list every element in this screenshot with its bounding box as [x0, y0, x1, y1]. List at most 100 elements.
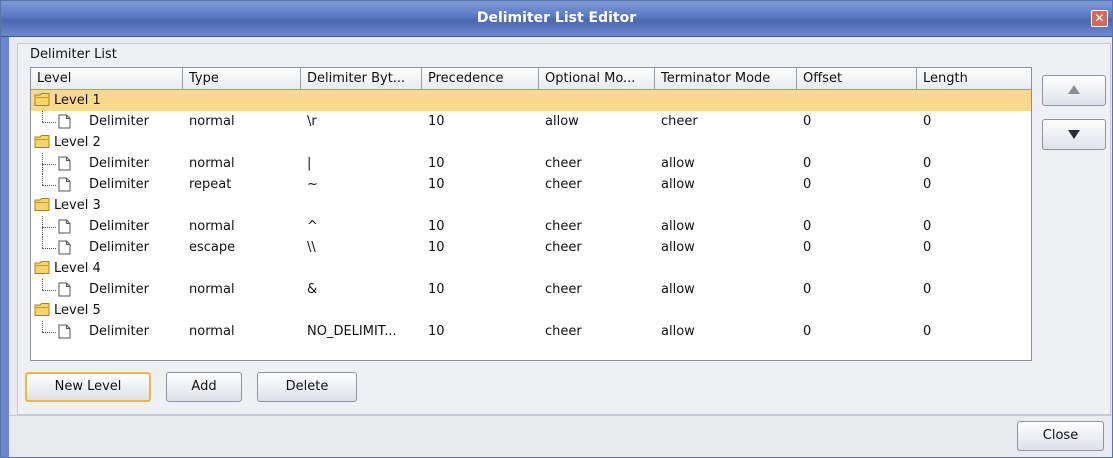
column-header-optional-mode[interactable]: Optional Mo...: [539, 68, 655, 90]
cell-terminator-mode: allow: [661, 240, 695, 255]
folder-icon: [34, 198, 50, 211]
cell-offset: 0: [803, 177, 812, 192]
level-label: Level 4: [54, 261, 101, 276]
tree-connector: [42, 174, 43, 185]
tree-connector: [42, 122, 56, 123]
cell-type: escape: [189, 240, 236, 255]
up-arrow-icon: [1068, 85, 1080, 94]
delimiter-label: Delimiter: [89, 240, 149, 255]
column-header-type[interactable]: Type: [183, 68, 301, 90]
cell-terminator-mode: cheer: [661, 114, 698, 129]
tree-connector: [42, 248, 56, 249]
document-icon: [58, 114, 71, 129]
column-header-delimiter-bytes[interactable]: Delimiter Byt...: [301, 68, 422, 90]
cell-type: normal: [189, 219, 235, 234]
cell-offset: 0: [803, 114, 812, 129]
delimiter-row[interactable]: Delimiter escape \\ 10 cheer allow 0 0: [31, 237, 1031, 258]
level-label: Level 1: [54, 93, 101, 108]
delimiter-row[interactable]: Delimiter normal | 10 cheer allow 0 0: [31, 153, 1031, 174]
level-label: Level 5: [54, 303, 101, 318]
delimiter-row[interactable]: Delimiter repeat ~10 cheer allow 0 0: [31, 174, 1031, 195]
tree-connector: [42, 290, 56, 291]
cell-delimiter-bytes: &: [307, 282, 318, 297]
tree-connector: [42, 279, 43, 290]
delimiter-label: Delimiter: [89, 324, 149, 339]
table-header: Level Type Delimiter Byt... Precedence O…: [31, 68, 1031, 90]
delimiter-row[interactable]: Delimiter normal \r 10 allow cheer 0 0: [31, 111, 1031, 132]
cell-length: 0: [923, 156, 932, 171]
cell-length: 0: [923, 114, 932, 129]
delimiter-list-editor-window: Delimiter List Editor ✕ Delimiter List L…: [0, 0, 1113, 458]
delete-button[interactable]: Delete: [257, 372, 357, 402]
window-left-edge: [1, 37, 9, 457]
delimiter-row[interactable]: Delimiter normal NO_DELIMIT... 10 cheer allow…: [31, 321, 1031, 342]
column-header-terminator-mode[interactable]: Terminator Mode: [655, 68, 797, 90]
cell-type: repeat: [189, 177, 232, 192]
level-label: Level 3: [54, 198, 101, 213]
cell-length: 0: [923, 240, 932, 255]
cell-offset: 0: [803, 324, 812, 339]
level-row[interactable]: Level 3: [31, 195, 1031, 216]
cell-terminator-mode: allow: [661, 324, 695, 339]
level-row[interactable]: Level 5: [31, 300, 1031, 321]
cell-optional-mode: cheer: [545, 240, 582, 255]
cell-offset: 0: [803, 156, 812, 171]
column-header-offset[interactable]: Offset: [797, 68, 917, 90]
cell-delimiter-bytes: \r: [307, 114, 317, 129]
bottom-bar: [9, 415, 1112, 457]
tree-connector: [42, 164, 56, 165]
folder-icon: [34, 303, 50, 316]
cell-delimiter-bytes: \\: [307, 240, 316, 255]
tree-connector: [42, 227, 56, 228]
tree-connector: [42, 237, 43, 248]
cell-precedence: 10: [428, 240, 445, 255]
document-icon: [58, 177, 71, 192]
window-title: Delimiter List Editor: [476, 10, 637, 26]
delimiter-label: Delimiter: [89, 156, 149, 171]
close-button[interactable]: Close: [1017, 421, 1104, 451]
delimiter-table[interactable]: Level Type Delimiter Byt... Precedence O…: [30, 67, 1032, 361]
cell-type: normal: [189, 156, 235, 171]
cell-type: normal: [189, 324, 235, 339]
column-header-precedence[interactable]: Precedence: [422, 68, 539, 90]
column-header-level[interactable]: Level: [31, 68, 183, 90]
cell-length: 0: [923, 177, 932, 192]
delimiter-label: Delimiter: [89, 114, 149, 129]
column-header-length[interactable]: Length: [917, 68, 1031, 90]
cell-offset: 0: [803, 282, 812, 297]
tree-connector: [42, 332, 56, 333]
cell-optional-mode: cheer: [545, 219, 582, 234]
delimiter-label: Delimiter: [89, 219, 149, 234]
move-up-button[interactable]: [1042, 75, 1106, 106]
cell-type: normal: [189, 282, 235, 297]
level-row[interactable]: Level 4: [31, 258, 1031, 279]
cell-precedence: 10: [428, 324, 445, 339]
panel-label: Delimiter List: [30, 47, 117, 62]
cell-terminator-mode: allow: [661, 156, 695, 171]
cell-precedence: 10: [428, 219, 445, 234]
close-icon[interactable]: ✕: [1091, 10, 1108, 27]
move-down-button[interactable]: [1042, 119, 1106, 150]
tree-connector: [42, 111, 43, 122]
title-bar[interactable]: Delimiter List Editor ✕: [1, 1, 1112, 37]
cell-precedence: 10: [428, 156, 445, 171]
cell-type: normal: [189, 114, 235, 129]
new-level-button[interactable]: New Level: [25, 372, 151, 402]
folder-icon: [34, 261, 50, 274]
cell-terminator-mode: allow: [661, 219, 695, 234]
cell-delimiter-bytes: ^: [307, 219, 318, 234]
cell-precedence: 10: [428, 177, 445, 192]
delimiter-row[interactable]: Delimiter normal ^ 10 cheer allow 0 0: [31, 216, 1031, 237]
level-label: Level 2: [54, 135, 101, 150]
cell-delimiter-bytes: NO_DELIMIT...: [307, 324, 397, 339]
document-icon: [58, 324, 71, 339]
level-row[interactable]: Level 1: [31, 90, 1031, 111]
document-icon: [58, 156, 71, 171]
level-row[interactable]: Level 2: [31, 132, 1031, 153]
document-icon: [58, 282, 71, 297]
down-arrow-icon: [1068, 130, 1080, 139]
add-button[interactable]: Add: [166, 372, 242, 402]
delimiter-row[interactable]: Delimiter normal & 10 cheer allow 0 0: [31, 279, 1031, 300]
cell-optional-mode: allow: [545, 114, 579, 129]
cell-offset: 0: [803, 240, 812, 255]
